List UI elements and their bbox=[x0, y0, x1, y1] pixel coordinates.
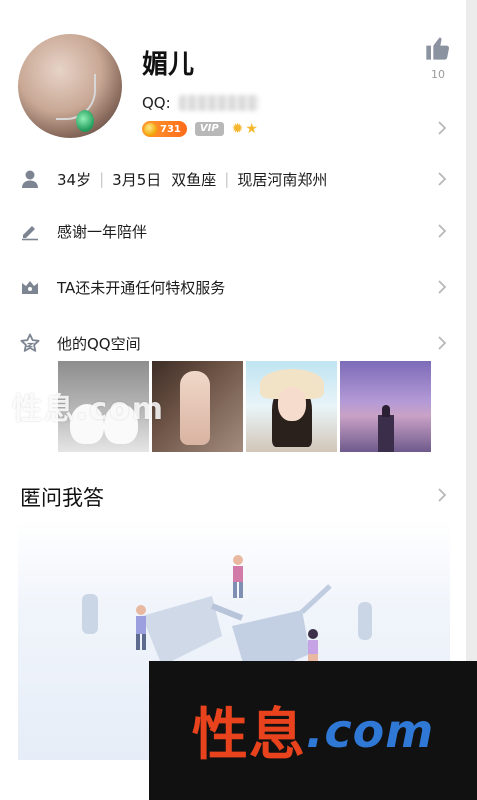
chevron-right-icon[interactable] bbox=[436, 487, 448, 503]
like-count: 10 bbox=[431, 68, 445, 81]
divider: | bbox=[99, 170, 105, 188]
watermark-overlay: 性息.com bbox=[12, 392, 166, 427]
chevron-right-icon bbox=[438, 336, 447, 350]
qq-label: QQ: bbox=[142, 94, 171, 112]
privilege-row[interactable]: TA还未开通任何特权服务 bbox=[0, 259, 466, 315]
coin-value: 731 bbox=[160, 123, 181, 135]
pier-shape bbox=[378, 415, 394, 452]
watermark-text-right: .com bbox=[305, 703, 435, 758]
age: 34岁 bbox=[57, 170, 92, 189]
basic-info-text: 34岁 | 3月5日 双鱼座 | 现居河南郑州 bbox=[57, 169, 327, 190]
avatar-pendant bbox=[76, 110, 94, 132]
avatar[interactable] bbox=[18, 34, 122, 138]
qq-number-blurred bbox=[178, 95, 259, 111]
vip-badge[interactable]: VIP bbox=[194, 122, 224, 136]
signature-text: 感谢一年陪伴 bbox=[57, 222, 148, 241]
face-shape bbox=[278, 387, 306, 421]
chevron-right-icon bbox=[438, 121, 447, 135]
signature-row[interactable]: 感谢一年陪伴 bbox=[0, 203, 466, 259]
watermark-text-left: 性息 bbox=[191, 702, 306, 768]
cactus-shape bbox=[82, 594, 98, 634]
star-icon bbox=[20, 333, 40, 352]
walking-figure bbox=[136, 605, 146, 650]
badge-row: 731 VIP ✹ ★ bbox=[142, 121, 258, 137]
basic-info-row[interactable]: 34岁 | 3月5日 双鱼座 | 现居河南郑州 bbox=[0, 151, 466, 207]
coin-badge[interactable]: 731 bbox=[142, 121, 187, 137]
chevron-right-icon bbox=[438, 224, 447, 238]
qzone-photo-girl-hat[interactable] bbox=[246, 361, 337, 452]
birthday: 3月5日 bbox=[112, 170, 162, 189]
nickname: 媚儿 bbox=[142, 50, 195, 80]
qzone-photo-pier-sunset[interactable] bbox=[340, 361, 431, 452]
thumbs-up-icon bbox=[426, 37, 450, 60]
anon-qa-title[interactable]: 匿问我答 bbox=[20, 482, 104, 512]
watermark-banner: 性息 .com bbox=[149, 661, 477, 800]
crown-level-icon: ✹ bbox=[231, 121, 244, 137]
person-shape bbox=[382, 405, 390, 417]
chevron-right-icon bbox=[438, 172, 447, 186]
qq-number-row: QQ: bbox=[142, 94, 259, 112]
location: 现居河南郑州 bbox=[237, 170, 328, 189]
qzone-photo-woman-dress[interactable] bbox=[152, 361, 243, 452]
standing-figure bbox=[233, 555, 243, 598]
privilege-text: TA还未开通任何特权服务 bbox=[57, 278, 226, 297]
coin-icon bbox=[144, 122, 157, 136]
level-icons[interactable]: ✹ ★ bbox=[232, 121, 258, 137]
pencil-icon bbox=[22, 226, 38, 241]
zodiac: 双鱼座 bbox=[171, 170, 217, 189]
star-level-icon: ★ bbox=[245, 121, 258, 137]
cactus-shape bbox=[358, 602, 372, 640]
figure-shape bbox=[180, 371, 210, 445]
divider: | bbox=[224, 170, 230, 188]
qzone-text: 他的QQ空间 bbox=[57, 334, 141, 353]
person-icon bbox=[22, 170, 38, 188]
profile-header[interactable]: 媚儿 QQ: 731 VIP ✹ ★ 10 bbox=[0, 0, 466, 160]
like-button[interactable]: 10 bbox=[422, 34, 454, 81]
chevron-right-icon bbox=[438, 280, 447, 294]
crown-box-icon bbox=[22, 281, 38, 294]
